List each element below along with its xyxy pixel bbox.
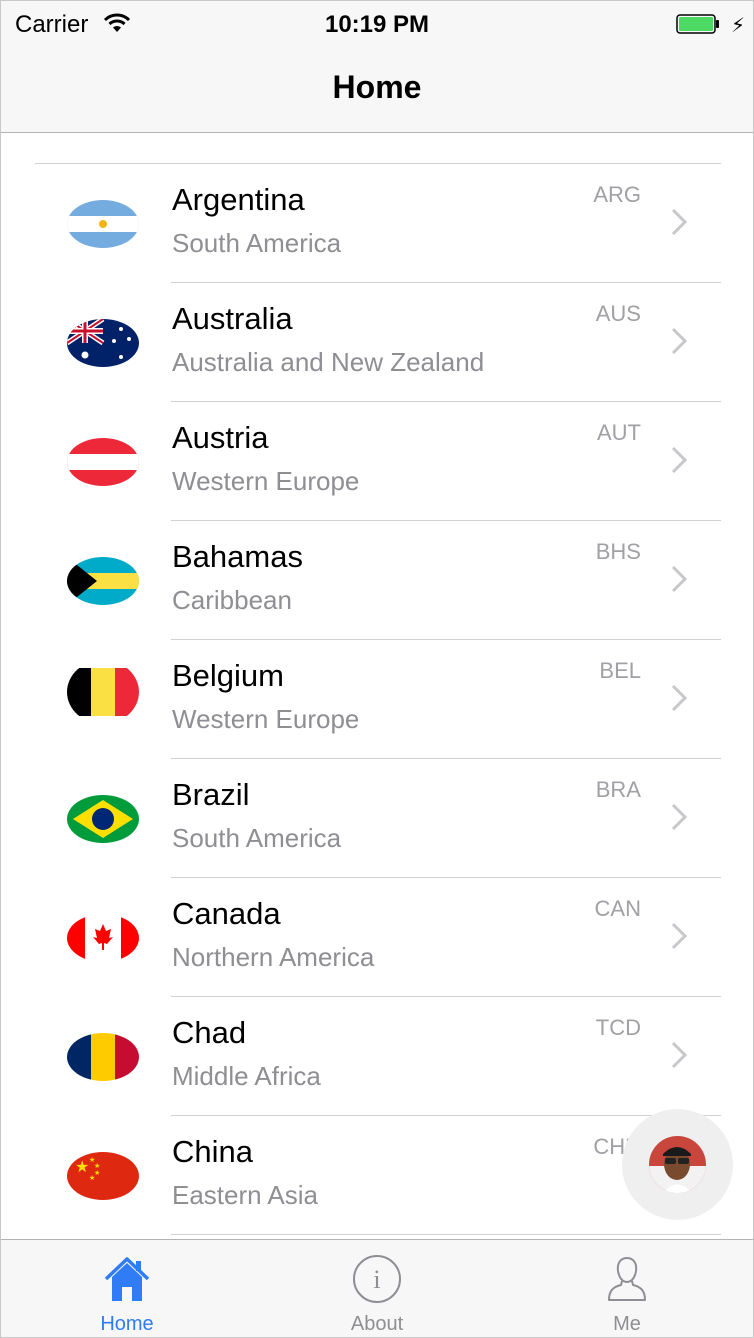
chevron-right-icon bbox=[671, 565, 688, 593]
austria-flag-icon bbox=[67, 438, 139, 486]
country-region: Northern America bbox=[172, 942, 375, 972]
bahamas-flag-icon bbox=[67, 557, 139, 605]
country-list[interactable]: Argentina South America ARG Australia Au… bbox=[1, 133, 753, 1239]
country-name: Austria bbox=[172, 420, 269, 455]
navigation-bar: Home bbox=[1, 47, 753, 133]
person-icon bbox=[608, 1256, 646, 1301]
country-name: China bbox=[172, 1134, 253, 1169]
status-time: 10:19 PM bbox=[324, 11, 430, 38]
belgium-flag-icon bbox=[67, 668, 139, 716]
profile-avatar-button[interactable] bbox=[622, 1109, 733, 1220]
country-code: TCD bbox=[595, 1015, 641, 1040]
country-name: Chad bbox=[172, 1015, 247, 1050]
country-region: Caribbean bbox=[172, 585, 292, 615]
country-row[interactable]: Argentina South America ARG bbox=[1, 164, 753, 283]
country-name: Canada bbox=[172, 896, 281, 931]
home-icon bbox=[104, 1257, 150, 1301]
country-code: BRA bbox=[595, 777, 641, 802]
country-code: ARG bbox=[593, 182, 641, 207]
country-code: BEL bbox=[599, 658, 641, 683]
avatar bbox=[649, 1136, 706, 1193]
country-name: Brazil bbox=[172, 777, 250, 812]
canada-flag-icon bbox=[67, 914, 139, 962]
country-row[interactable]: Chad Middle Africa TCD bbox=[1, 997, 753, 1116]
argentina-flag-icon bbox=[67, 200, 139, 248]
country-row[interactable]: Belgium Western Europe BEL bbox=[1, 640, 753, 759]
country-row[interactable]: Bahamas Caribbean BHS bbox=[1, 521, 753, 640]
country-region: South America bbox=[172, 228, 342, 258]
chad-flag-icon bbox=[67, 1033, 139, 1081]
country-code: BHS bbox=[595, 539, 641, 564]
page-title: Home bbox=[332, 69, 422, 105]
country-name: Bahamas bbox=[172, 539, 303, 574]
brazil-flag-icon bbox=[67, 795, 139, 843]
country-row[interactable]: Austria Western Europe AUT bbox=[1, 402, 753, 521]
country-name: Argentina bbox=[172, 182, 305, 217]
country-row[interactable]: Canada Northern America CAN bbox=[1, 878, 753, 997]
chevron-right-icon bbox=[671, 446, 688, 474]
australia-flag-icon bbox=[67, 319, 139, 367]
chevron-right-icon bbox=[671, 208, 688, 236]
country-region: Western Europe bbox=[172, 466, 360, 496]
chevron-right-icon bbox=[671, 803, 688, 831]
country-region: Eastern Asia bbox=[172, 1180, 318, 1210]
country-region: Australia and New Zealand bbox=[172, 347, 485, 377]
status-bar: Carrier 10:19 PM ⚡ bbox=[1, 1, 753, 47]
chevron-right-icon bbox=[671, 327, 688, 355]
tab-about-label: About bbox=[350, 1313, 404, 1335]
chevron-right-icon bbox=[671, 922, 688, 950]
country-row[interactable]: Brazil South America BRA bbox=[1, 759, 753, 878]
tab-about[interactable]: i About bbox=[252, 1240, 502, 1337]
tab-me[interactable]: Me bbox=[502, 1240, 752, 1337]
charging-icon: ⚡ bbox=[731, 15, 746, 37]
info-icon: i bbox=[353, 1255, 401, 1303]
svg-text:★: ★ bbox=[89, 1174, 95, 1182]
app-screen: Carrier 10:19 PM ⚡ Home Argentina South … bbox=[0, 0, 754, 1338]
chevron-right-icon bbox=[671, 684, 688, 712]
country-code: AUT bbox=[597, 420, 641, 445]
tab-me-label: Me bbox=[613, 1313, 641, 1335]
tab-home-label: Home bbox=[100, 1313, 154, 1335]
country-name: Australia bbox=[172, 301, 293, 336]
svg-text:★: ★ bbox=[75, 1157, 89, 1176]
tab-home[interactable]: Home bbox=[2, 1240, 252, 1337]
row-divider bbox=[171, 1234, 721, 1235]
country-code: AUS bbox=[595, 301, 641, 326]
tab-bar: Home i About Me bbox=[1, 1239, 753, 1337]
country-region: Western Europe bbox=[172, 704, 360, 734]
country-region: South America bbox=[172, 823, 342, 853]
chevron-right-icon bbox=[671, 1041, 688, 1069]
country-code: CAN bbox=[594, 896, 641, 921]
country-row[interactable]: Australia Australia and New Zealand AUS bbox=[1, 283, 753, 402]
china-flag-icon: ★ ★ ★ ★ ★ bbox=[67, 1152, 139, 1200]
svg-text:i: i bbox=[373, 1265, 380, 1294]
country-name: Belgium bbox=[172, 658, 284, 693]
country-region: Middle Africa bbox=[172, 1061, 321, 1091]
battery-icon bbox=[676, 14, 719, 34]
